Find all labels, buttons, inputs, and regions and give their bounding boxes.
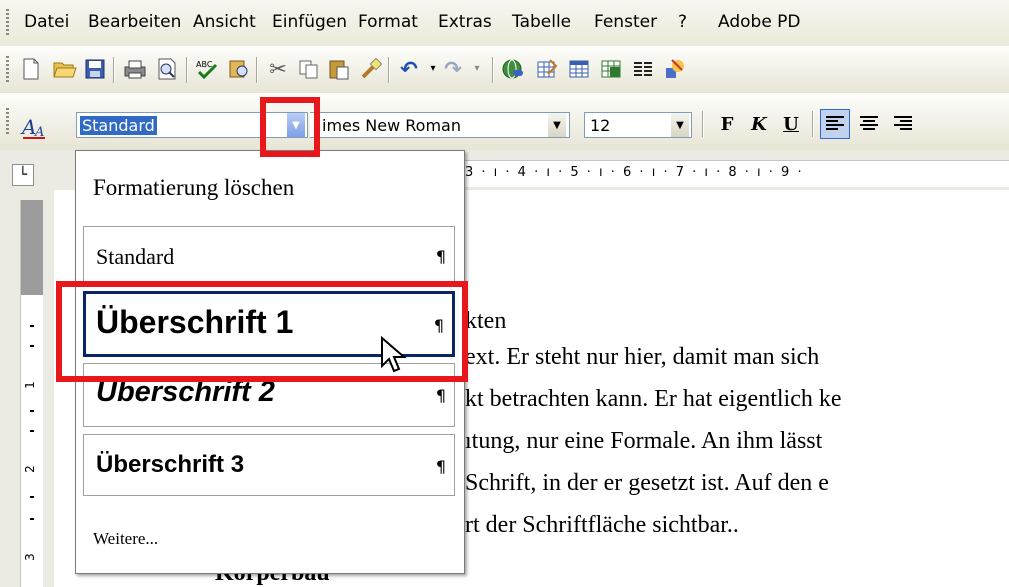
document-line: Schrift, in der er gesetzt ist. Auf den … (465, 470, 829, 496)
paste-icon[interactable] (326, 56, 352, 82)
svg-text:A: A (20, 115, 36, 139)
columns-icon[interactable] (630, 56, 656, 82)
font-size-value[interactable]: 12 (590, 116, 610, 135)
ruler-tick (30, 496, 34, 498)
bold-button[interactable]: F (714, 111, 740, 137)
menu-bearbeiten[interactable]: Bearbeiten (88, 12, 181, 32)
redo-icon[interactable]: ↷ (440, 56, 466, 82)
mouse-cursor-icon (381, 336, 407, 373)
ruler-number: 2 (22, 465, 37, 473)
align-center-button[interactable] (856, 111, 882, 137)
document-line: kten (465, 308, 507, 334)
style-field-value[interactable]: Standard (80, 116, 157, 135)
save-icon[interactable] (82, 56, 108, 82)
vertical-ruler-margin (21, 200, 43, 295)
align-right-button[interactable] (890, 111, 916, 137)
ruler-scale: 3 · ı · 4 · ı · 5 · ı · 6 · ı · 7 · ı · … (465, 165, 804, 180)
tab-selector-button[interactable]: └ (12, 164, 34, 186)
menu-tabelle[interactable]: Tabelle (512, 12, 571, 32)
highlight-dropdown-button (260, 97, 320, 157)
font-size-combobox[interactable]: 12 ▼ (584, 112, 692, 138)
drawing-icon[interactable] (662, 56, 688, 82)
font-combobox[interactable]: imes New Roman ▼ (310, 112, 570, 138)
open-folder-icon[interactable] (52, 56, 78, 82)
menubar-grip[interactable] (6, 9, 9, 37)
horizontal-ruler[interactable]: 3 · ı · 4 · ı · 5 · ı · 6 · ı · 7 · ı · … (465, 160, 1009, 187)
vertical-ruler[interactable]: 1 2 3 (20, 200, 43, 587)
research-icon[interactable] (226, 56, 252, 82)
menu-datei[interactable]: Datei (24, 12, 69, 32)
menu-bar: Datei Bearbeiten Ansicht Einfügen Format… (0, 0, 1009, 46)
align-left-icon (826, 116, 844, 130)
document-line: rt der Schriftfläche sichtbar.. (465, 512, 739, 538)
chevron-down-icon: ▼ (676, 119, 684, 131)
italic-button[interactable]: K (746, 111, 772, 137)
ruler-number: 3 (22, 553, 37, 561)
svg-text:ABC: ABC (196, 60, 213, 69)
tables-borders-icon[interactable] (534, 56, 560, 82)
style-item-standard[interactable]: Standard ¶ (83, 226, 455, 286)
menu-adobe-pdf[interactable]: Adobe PD (718, 12, 1009, 32)
undo-icon[interactable]: ↶ (396, 56, 422, 82)
more-styles-item[interactable]: Weitere... (93, 529, 158, 549)
new-document-icon[interactable] (18, 56, 44, 82)
left-tab-icon: └ (18, 167, 28, 183)
ruler-tick (30, 410, 34, 412)
style-item-label: Überschrift 3 (96, 451, 245, 478)
underline-button[interactable]: U (778, 111, 804, 137)
spellcheck-icon[interactable]: ABC (194, 56, 220, 82)
ruler-tick (30, 518, 34, 520)
styles-formatting-pane-icon[interactable]: AA (20, 112, 50, 142)
redo-dropdown-icon[interactable]: ▾ (464, 56, 490, 82)
format-painter-icon[interactable] (358, 56, 384, 82)
cut-icon[interactable]: ✂ (265, 56, 291, 82)
pilcrow-icon: ¶ (435, 247, 446, 266)
ruler-number: 1 (22, 381, 37, 389)
hyperlink-icon[interactable] (500, 56, 526, 82)
align-right-icon (894, 116, 912, 130)
ruler-tick (30, 345, 34, 347)
pilcrow-icon: ¶ (435, 386, 446, 405)
clear-formatting-item[interactable]: Formatierung löschen (93, 175, 294, 201)
font-dropdown-button[interactable]: ▼ (548, 113, 566, 137)
style-item-label: Standard (96, 244, 175, 269)
menu-fenster[interactable]: Fenster (594, 12, 657, 32)
pilcrow-icon: ¶ (435, 457, 446, 476)
ruler-tick (30, 430, 34, 432)
menu-help[interactable]: ? (678, 12, 687, 32)
insert-table-icon[interactable] (566, 56, 592, 82)
format-toolbar-grip[interactable] (6, 108, 9, 136)
font-field-value[interactable]: imes New Roman (322, 116, 461, 135)
chevron-down-icon: ▼ (553, 119, 561, 131)
standard-toolbar: ABC ✂ ↶ ▾ ↷ ▾ (0, 47, 1009, 93)
menu-extras[interactable]: Extras (438, 12, 492, 32)
ruler-tick (30, 325, 34, 327)
menu-format[interactable]: Format (358, 12, 418, 32)
toolbar-grip[interactable] (6, 56, 9, 84)
align-left-button[interactable] (820, 109, 850, 139)
copy-icon[interactable] (296, 56, 322, 82)
print-icon[interactable] (122, 56, 148, 82)
document-line: ext. Er steht nur hier, damit man sich (465, 344, 820, 370)
font-size-dropdown-button[interactable]: ▼ (671, 113, 689, 137)
style-item-heading-3[interactable]: Überschrift 3 ¶ (83, 434, 455, 496)
menu-ansicht[interactable]: Ansicht (193, 12, 256, 32)
align-center-icon (860, 116, 878, 130)
insert-excel-icon[interactable] (598, 56, 624, 82)
menu-einfuegen[interactable]: Einfügen (272, 12, 347, 32)
print-preview-icon[interactable] (154, 56, 180, 82)
document-line: kt betrachten kann. Er hat eigentlich ke (465, 386, 842, 412)
document-line: ıtung, nur eine Formale. An ihm lässt (465, 428, 823, 454)
